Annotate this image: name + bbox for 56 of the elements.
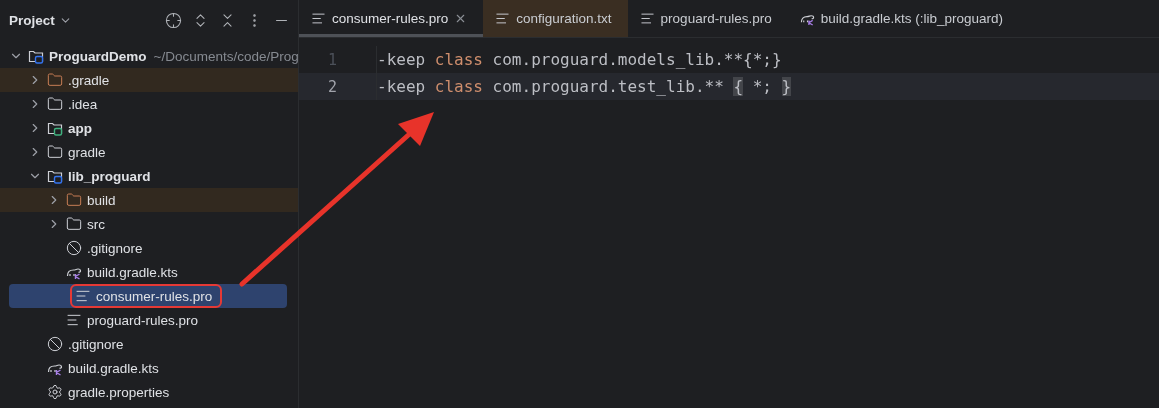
code-line: -keep class com.proguard.test_lib.** { *; } [377, 77, 792, 96]
tree-item[interactable]: build [0, 188, 298, 212]
tree-item[interactable]: gradle.properties [0, 380, 298, 404]
text-file-icon [311, 11, 326, 26]
editor-tab[interactable]: configuration.txt [483, 0, 628, 37]
item-label: consumer-rules.pro [96, 288, 213, 304]
item-label: ProguardDemo [49, 48, 147, 64]
folder-icon [66, 216, 82, 232]
folder-icon [47, 72, 63, 88]
code-line: -keep class com.proguard.models_lib.**{*;} [377, 50, 782, 69]
tree-item[interactable]: .gradle [0, 68, 298, 92]
item-label: proguard-rules.pro [87, 312, 199, 328]
editor-tab[interactable]: proguard-rules.pro [627, 0, 788, 37]
settings-file-icon [47, 384, 63, 400]
item-label: .gitignore [87, 240, 143, 256]
folder-icon [47, 96, 63, 112]
locate-icon[interactable] [165, 11, 182, 29]
module-folder-icon [47, 120, 63, 136]
text-file-icon [639, 11, 655, 26]
module-folder-icon [47, 168, 63, 184]
text-file-icon [66, 312, 82, 328]
ignore-file-icon [47, 336, 63, 352]
item-label: .idea [68, 96, 98, 112]
tree-item[interactable]: app [0, 116, 298, 140]
tree-item[interactable]: consumer-rules.pro [9, 284, 287, 308]
tree-item[interactable]: build.gradle.kts [0, 356, 298, 380]
item-label: build [87, 192, 116, 208]
tree-item[interactable]: .gitignore [0, 236, 298, 260]
item-label: .gitignore [68, 336, 124, 352]
text-file-icon [75, 288, 91, 304]
path-hint: ~/Documents/code/Prog [153, 48, 298, 64]
tree-item[interactable]: lib_proguard [0, 164, 298, 188]
tree-item[interactable]: gradle [0, 140, 298, 164]
item-label: .gradle [68, 72, 110, 88]
editor-tab[interactable]: build.gradle.kts (:lib_proguard) [787, 0, 1020, 37]
item-label: lib_proguard [68, 168, 151, 184]
project-view-dropdown[interactable]: Project [9, 12, 72, 28]
tree-item[interactable]: src [0, 212, 298, 236]
tree-item[interactable]: .gitignore [0, 332, 298, 356]
editor-tab[interactable]: consumer-rules.pro [299, 0, 484, 37]
module-folder-icon [28, 48, 44, 64]
ignore-file-icon [66, 240, 82, 256]
item-label: src [87, 216, 105, 232]
line-number: 2 [326, 77, 337, 96]
item-label: build.gradle.kts [68, 360, 159, 376]
tree-item[interactable]: proguard-rules.pro [0, 308, 298, 332]
tree-item[interactable]: ProguardDemo ~/Documents/code/Prog [0, 44, 298, 68]
folder-icon [66, 192, 82, 208]
item-label: gradle.properties [68, 384, 170, 400]
item-label: gradle [68, 144, 106, 160]
item-label: build.gradle.kts [87, 264, 178, 280]
text-file-icon [495, 11, 511, 26]
tree-item[interactable]: build.gradle.kts [0, 260, 298, 284]
folder-icon [47, 144, 63, 160]
tree-item[interactable]: .idea [0, 92, 298, 116]
item-label: app [68, 120, 92, 136]
